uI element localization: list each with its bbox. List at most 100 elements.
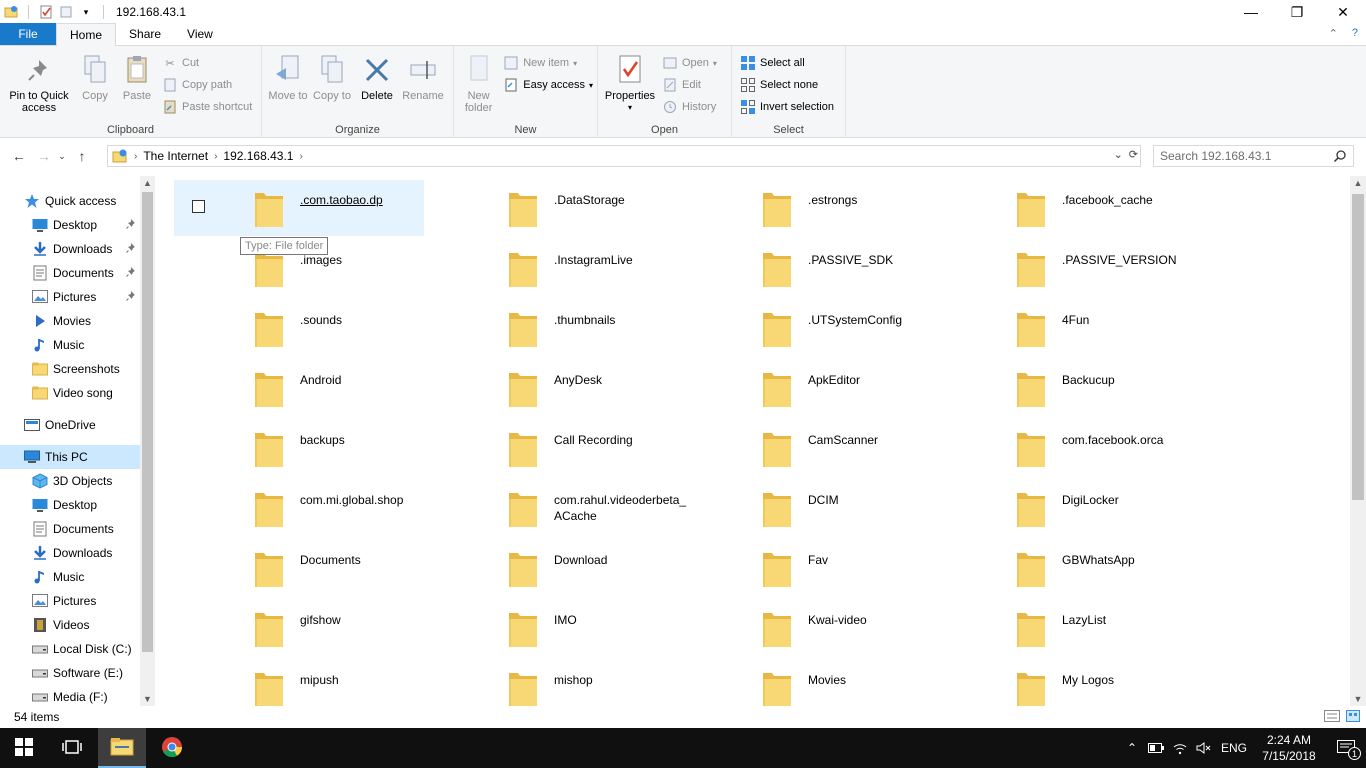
folder-item[interactable]: IMO <box>428 600 678 656</box>
folder-item[interactable]: backups <box>174 420 424 476</box>
folder-item[interactable]: .UTSystemConfig <box>682 300 932 356</box>
breadcrumb-ip[interactable]: 192.168.43.1 <box>223 149 293 163</box>
folder-item[interactable]: .thumbnails <box>428 300 678 356</box>
folder-item[interactable]: mishop <box>428 660 678 706</box>
folder-item[interactable]: DigiLocker <box>936 480 1186 536</box>
nav-scrollbar[interactable]: ▲ ▼ <box>140 176 155 706</box>
nav-pc-software-e-[interactable]: Software (E:) <box>0 661 140 685</box>
cut-button[interactable]: ✂ Cut <box>162 54 252 72</box>
start-button[interactable] <box>0 728 48 768</box>
restore-button[interactable]: ❐ <box>1274 0 1320 24</box>
folder-item[interactable]: com.facebook.orca <box>936 420 1186 476</box>
task-view-button[interactable] <box>48 728 96 768</box>
copy-path-button[interactable]: Copy path <box>162 76 252 94</box>
collapse-ribbon-icon[interactable]: ⌃ <box>1329 27 1338 40</box>
search-input[interactable]: Search 192.168.43.1 <box>1153 145 1354 167</box>
minimize-button[interactable]: — <box>1228 0 1274 24</box>
folder-item[interactable]: Android <box>174 360 424 416</box>
battery-icon[interactable] <box>1144 728 1168 768</box>
nav-pc-music[interactable]: Music <box>0 565 140 589</box>
recent-locations-button[interactable]: ⌄ <box>55 145 69 167</box>
nav-quick-access[interactable]: Quick access <box>0 189 140 213</box>
folder-item[interactable]: Documents <box>174 540 424 596</box>
folder-item[interactable]: .facebook_cache <box>936 180 1186 236</box>
folder-item[interactable]: LazyList <box>936 600 1186 656</box>
item-checkbox[interactable] <box>192 200 205 213</box>
customize-toolbar-icon[interactable]: ▾ <box>79 5 93 19</box>
new-folder-small-icon[interactable] <box>59 5 73 19</box>
back-button[interactable]: ← <box>8 145 30 167</box>
file-explorer-taskbar-button[interactable] <box>98 728 146 768</box>
nav-pc-documents[interactable]: Documents <box>0 517 140 541</box>
address-field[interactable]: › The Internet › 192.168.43.1 › ⌄ ⟳ <box>107 145 1141 167</box>
nav-item-desktop[interactable]: Desktop <box>0 213 140 237</box>
folder-item[interactable]: .PASSIVE_SDK <box>682 240 932 296</box>
wifi-icon[interactable] <box>1168 728 1192 768</box>
open-button[interactable]: Open ▾ <box>662 54 717 72</box>
folder-item[interactable]: .sounds <box>174 300 424 356</box>
nav-pc-pictures[interactable]: Pictures <box>0 589 140 613</box>
tab-share[interactable]: Share <box>116 23 174 45</box>
folder-item[interactable]: .InstagramLive <box>428 240 678 296</box>
content-scroll-thumb[interactable] <box>1352 194 1364 500</box>
history-button[interactable]: History <box>662 98 717 116</box>
nav-item-pictures[interactable]: Pictures <box>0 285 140 309</box>
nav-item-video-song[interactable]: Video song <box>0 381 140 405</box>
folder-item[interactable]: My Logos <box>936 660 1186 706</box>
close-button[interactable]: ✕ <box>1320 0 1366 24</box>
nav-item-music[interactable]: Music <box>0 333 140 357</box>
folder-item[interactable]: com.rahul.videoderbeta_ ACache <box>428 480 686 536</box>
folder-item[interactable]: mipush <box>174 660 424 706</box>
new-item-button[interactable]: New item ▾ <box>503 54 593 72</box>
paste-shortcut-button[interactable]: Paste shortcut <box>162 98 252 116</box>
content-scrollbar[interactable]: ▲ ▼ <box>1350 176 1366 706</box>
scroll-down-icon[interactable]: ▼ <box>1350 692 1366 706</box>
scroll-up-icon[interactable]: ▲ <box>1350 176 1366 190</box>
tab-view[interactable]: View <box>174 23 226 45</box>
folder-item[interactable]: Movies <box>682 660 932 706</box>
folder-item[interactable]: CamScanner <box>682 420 932 476</box>
clock[interactable]: 2:24 AM 7/15/2018 <box>1252 732 1326 764</box>
details-view-icon[interactable] <box>1324 710 1340 725</box>
tab-home[interactable]: Home <box>56 23 117 46</box>
chrome-taskbar-button[interactable] <box>148 728 196 768</box>
folder-item[interactable]: Backucup <box>936 360 1186 416</box>
folder-item[interactable]: DCIM <box>682 480 932 536</box>
folder-item[interactable]: .estrongs <box>682 180 932 236</box>
easy-access-button[interactable]: Easy access ▾ <box>503 76 593 94</box>
action-center-button[interactable]: 1 <box>1326 728 1366 768</box>
folder-item[interactable]: Call Recording <box>428 420 678 476</box>
address-dropdown-icon[interactable]: ⌄ <box>1114 148 1123 161</box>
forward-button[interactable]: → <box>33 145 55 167</box>
help-icon[interactable]: ? <box>1352 27 1358 40</box>
nav-pc-videos[interactable]: Videos <box>0 613 140 637</box>
select-all-button[interactable]: Select all <box>740 54 834 72</box>
nav-pc-desktop[interactable]: Desktop <box>0 493 140 517</box>
folder-item[interactable]: .PASSIVE_VERSION <box>936 240 1186 296</box>
refresh-icon[interactable]: ⟳ <box>1129 148 1138 161</box>
nav-item-documents[interactable]: Documents <box>0 261 140 285</box>
input-language[interactable]: ENG <box>1216 741 1252 755</box>
network-folder-icon[interactable] <box>4 5 18 19</box>
folder-item[interactable]: GBWhatsApp <box>936 540 1186 596</box>
folder-item[interactable]: gifshow <box>174 600 424 656</box>
nav-pc-media-f-[interactable]: Media (F:) <box>0 685 140 706</box>
invert-selection-button[interactable]: Invert selection <box>740 98 834 116</box>
folder-item[interactable]: Kwai-video <box>682 600 932 656</box>
folder-item[interactable]: .DataStorage <box>428 180 678 236</box>
edit-button[interactable]: Edit <box>662 76 717 94</box>
nav-pc-local-disk-c-[interactable]: Local Disk (C:) <box>0 637 140 661</box>
nav-item-screenshots[interactable]: Screenshots <box>0 357 140 381</box>
nav-item-downloads[interactable]: Downloads <box>0 237 140 261</box>
nav-this-pc[interactable]: This PC <box>0 445 140 469</box>
show-hidden-icons-icon[interactable]: ⌃ <box>1120 728 1144 768</box>
nav-onedrive[interactable]: OneDrive <box>0 413 140 437</box>
breadcrumb-the-internet[interactable]: The Internet <box>143 149 208 163</box>
folder-item[interactable]: AnyDesk <box>428 360 678 416</box>
properties-check-icon[interactable] <box>39 5 53 19</box>
select-none-button[interactable]: Select none <box>740 76 834 94</box>
folder-item[interactable]: .com.taobao.dp <box>174 180 424 236</box>
up-button[interactable]: ↑ <box>71 145 93 167</box>
volume-muted-icon[interactable] <box>1192 728 1216 768</box>
folder-item[interactable]: ApkEditor <box>682 360 932 416</box>
